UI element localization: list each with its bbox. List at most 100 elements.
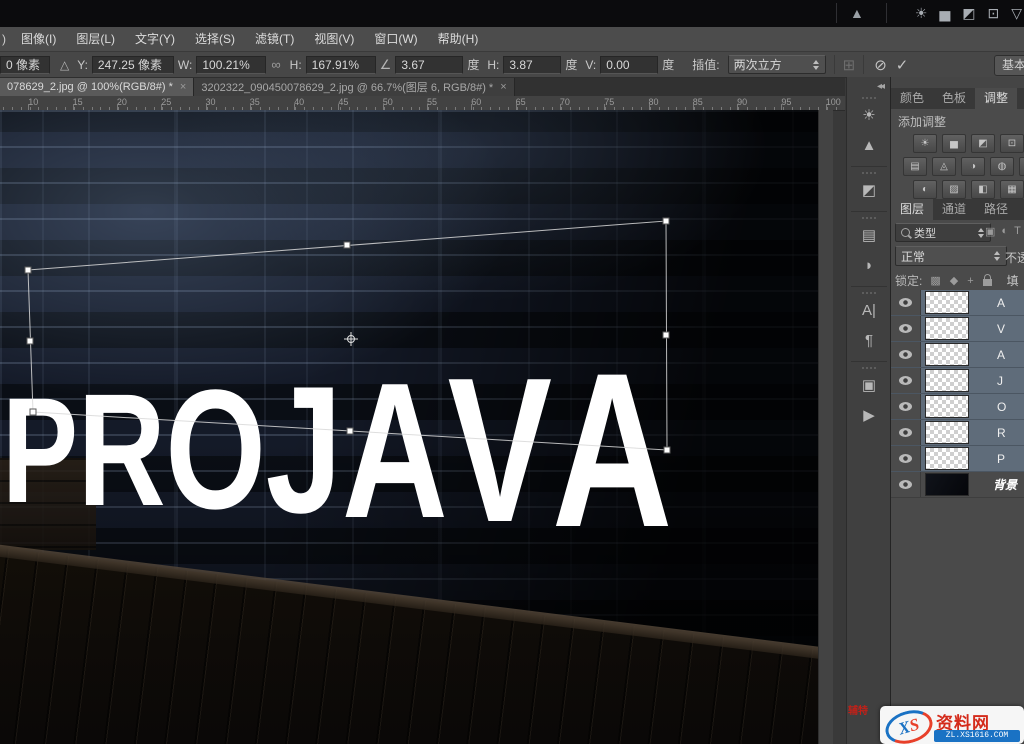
black-white-icon[interactable]: ◑	[961, 157, 985, 176]
menu-item-6[interactable]: 视图(V)	[304, 28, 364, 51]
layer-thumbnail[interactable]	[925, 447, 969, 470]
handle-top-left[interactable]	[25, 267, 31, 273]
menu-item-2[interactable]: 图层(L)	[66, 28, 125, 51]
document-tab-0[interactable]: 078629_2.jpg @ 100%(RGB/8#) *×	[0, 78, 194, 96]
menu-item-0[interactable]: )	[0, 28, 11, 51]
curves-icon[interactable]: ◩	[962, 3, 975, 23]
group-grip[interactable]	[862, 97, 876, 99]
panel-tab-通道[interactable]: 通道	[933, 199, 975, 220]
group-grip[interactable]	[862, 217, 876, 219]
document-tab-1[interactable]: 3202322_090450078629_2.jpg @ 66.7%(图层 6,…	[194, 78, 514, 96]
layer-row-P[interactable]: P	[891, 446, 1024, 472]
layer-row-A[interactable]: A	[891, 290, 1024, 316]
invert-icon[interactable]: ◐	[913, 180, 937, 199]
filter-type-layers-icon[interactable]: T	[1014, 225, 1021, 238]
layer-thumbnail[interactable]	[925, 395, 969, 418]
commit-transform-icon[interactable]: ✓	[896, 56, 909, 74]
eye-icon[interactable]	[899, 298, 912, 307]
link-dimensions-icon[interactable]: ∞	[271, 57, 280, 72]
layer-visibility-cell[interactable]	[891, 290, 921, 315]
eye-icon[interactable]	[899, 402, 912, 411]
cancel-transform-icon[interactable]: ⊘	[874, 56, 887, 74]
layer-thumbnail[interactable]	[925, 317, 969, 340]
relative-position-icon[interactable]: △	[60, 58, 69, 72]
handle-bottom-mid[interactable]	[347, 428, 353, 434]
handle-top-mid[interactable]	[344, 242, 350, 248]
eye-icon[interactable]	[899, 376, 912, 385]
layer-thumbnail[interactable]	[925, 291, 969, 314]
levels-icon[interactable]: ▅	[942, 134, 966, 153]
layer-row-A[interactable]: A	[891, 342, 1024, 368]
3d-panel-icon[interactable]: ◩	[847, 176, 891, 206]
posterize-icon[interactable]: ▨	[942, 180, 966, 199]
eye-icon[interactable]	[899, 350, 912, 359]
panel-tab-颜色[interactable]: 颜色	[891, 88, 933, 109]
group-grip[interactable]	[862, 172, 876, 174]
levels-icon[interactable]: ▅	[939, 3, 950, 23]
eye-icon[interactable]	[899, 324, 912, 333]
layer-row-O[interactable]: O	[891, 394, 1024, 420]
rotation-field[interactable]: 3.67	[395, 56, 463, 74]
close-tab-icon[interactable]: ×	[500, 81, 506, 93]
filter-pixel-layers-icon[interactable]: ▣	[985, 225, 995, 238]
layer-thumbnail[interactable]	[925, 343, 969, 366]
lock-position-icon[interactable]: +	[967, 275, 973, 287]
vertical-skew-field[interactable]: 0.00	[600, 56, 658, 74]
exposure-icon[interactable]: ⊡	[987, 3, 999, 23]
warp-mode-icon[interactable]: ⊞	[843, 56, 856, 74]
brightness-contrast-icon[interactable]: ☀	[913, 134, 937, 153]
reference-point-icon[interactable]	[344, 332, 358, 346]
layer-visibility-cell[interactable]	[891, 394, 921, 419]
height-field[interactable]: 167.91%	[306, 56, 376, 74]
canvas[interactable]: PROJAVA	[0, 110, 818, 744]
panel-tab-图层[interactable]: 图层	[891, 199, 933, 220]
group-grip[interactable]	[862, 367, 876, 369]
brightness-contrast-icon[interactable]: ☀	[915, 3, 928, 23]
filter-adjustment-layers-icon[interactable]: ◐	[1001, 225, 1008, 238]
lock-transparency-icon[interactable]: ▩	[930, 274, 940, 287]
adjustments-panel-icon[interactable]: ☀	[847, 101, 891, 131]
menu-item-4[interactable]: 选择(S)	[185, 28, 245, 51]
menu-item-8[interactable]: 帮助(H)	[428, 28, 489, 51]
tool-presets-panel-icon[interactable]: ◗	[847, 251, 891, 281]
lock-all-icon[interactable]	[983, 279, 992, 286]
y-position-field[interactable]: 247.25 像素	[92, 56, 174, 74]
character-panel-icon[interactable]: A|	[847, 296, 891, 326]
layer-visibility-cell[interactable]	[891, 420, 921, 445]
menu-item-5[interactable]: 滤镜(T)	[245, 28, 304, 51]
eye-icon[interactable]	[899, 428, 912, 437]
lock-pixels-icon[interactable]: ◆	[950, 274, 958, 287]
color-balance-icon[interactable]: ◬	[932, 157, 956, 176]
menu-item-3[interactable]: 文字(Y)	[125, 28, 185, 51]
layer-visibility-cell[interactable]	[891, 446, 921, 471]
panel-tab-色板[interactable]: 色板	[933, 88, 975, 109]
workspace-switcher-button[interactable]: 基本	[994, 55, 1024, 76]
clone-source-panel-icon[interactable]: ▣	[847, 371, 891, 401]
blend-mode-select[interactable]: 正常	[895, 246, 1007, 266]
panel-tab-路径[interactable]: 路径	[975, 199, 1017, 220]
interpolation-select[interactable]: 两次立方	[728, 55, 826, 74]
layer-visibility-cell[interactable]	[891, 368, 921, 393]
collapse-panels-icon[interactable]: ◂◂	[877, 81, 883, 92]
layer-row-V[interactable]: V	[891, 316, 1024, 342]
hue-saturation-icon[interactable]: ▤	[903, 157, 927, 176]
layer-filter-select[interactable]: 类型	[895, 223, 991, 242]
layer-row-R[interactable]: R	[891, 420, 1024, 446]
group-grip[interactable]	[862, 292, 876, 294]
vibrance-icon[interactable]: ▽	[1011, 3, 1022, 23]
channel-mixer-icon[interactable]: ◉	[1019, 157, 1024, 176]
handle-bottom-left[interactable]	[30, 409, 36, 415]
width-field[interactable]: 100.21%	[196, 56, 266, 74]
paragraph-panel-icon[interactable]: ¶	[847, 326, 891, 356]
x-position-field[interactable]: 0 像素	[0, 56, 50, 74]
close-tab-icon[interactable]: ×	[180, 81, 186, 93]
threshold-icon[interactable]: ◧	[971, 180, 995, 199]
menu-item-1[interactable]: 图像(I)	[11, 28, 66, 51]
panel-tab-调整[interactable]: 调整	[975, 88, 1017, 109]
layer-thumbnail[interactable]	[925, 421, 969, 444]
eye-icon[interactable]	[899, 454, 912, 463]
horizontal-ruler[interactable]: 5101520253035404550556065707580859095100	[0, 96, 845, 111]
actions-panel-icon[interactable]: ▶	[847, 401, 891, 431]
photo-filter-icon[interactable]: ◍	[990, 157, 1014, 176]
handle-right-mid[interactable]	[663, 332, 669, 338]
